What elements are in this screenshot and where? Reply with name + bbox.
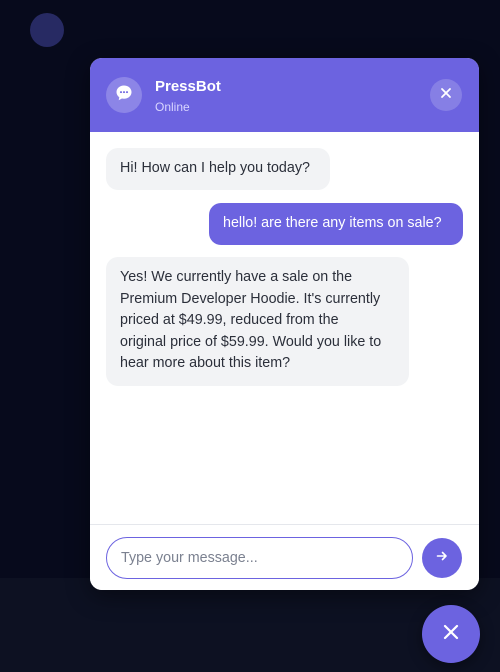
background-dot	[30, 13, 64, 47]
user-message: hello! are there any items on sale?	[209, 203, 463, 245]
bot-avatar	[106, 77, 142, 113]
chat-bubble-icon	[114, 83, 134, 108]
send-button[interactable]	[422, 538, 462, 578]
message-list: Hi! How can I help you today? hello! are…	[90, 132, 479, 524]
arrow-right-icon	[435, 549, 449, 568]
close-icon	[439, 86, 453, 105]
chat-launcher-close-button[interactable]	[422, 605, 480, 663]
chat-window: PressBot Online Hi! How can I help you t…	[90, 58, 479, 590]
bot-message: Hi! How can I help you today?	[106, 148, 330, 190]
bot-message: Yes! We currently have a sale on the Pre…	[106, 257, 409, 386]
bot-status: Online	[155, 100, 190, 114]
chat-header: PressBot Online	[90, 58, 479, 132]
bot-name: PressBot	[155, 78, 221, 95]
input-bar	[90, 524, 479, 590]
page: PressBot Online Hi! How can I help you t…	[0, 0, 500, 672]
close-icon	[441, 622, 461, 647]
close-chat-button[interactable]	[430, 79, 462, 111]
message-input[interactable]	[106, 537, 413, 579]
